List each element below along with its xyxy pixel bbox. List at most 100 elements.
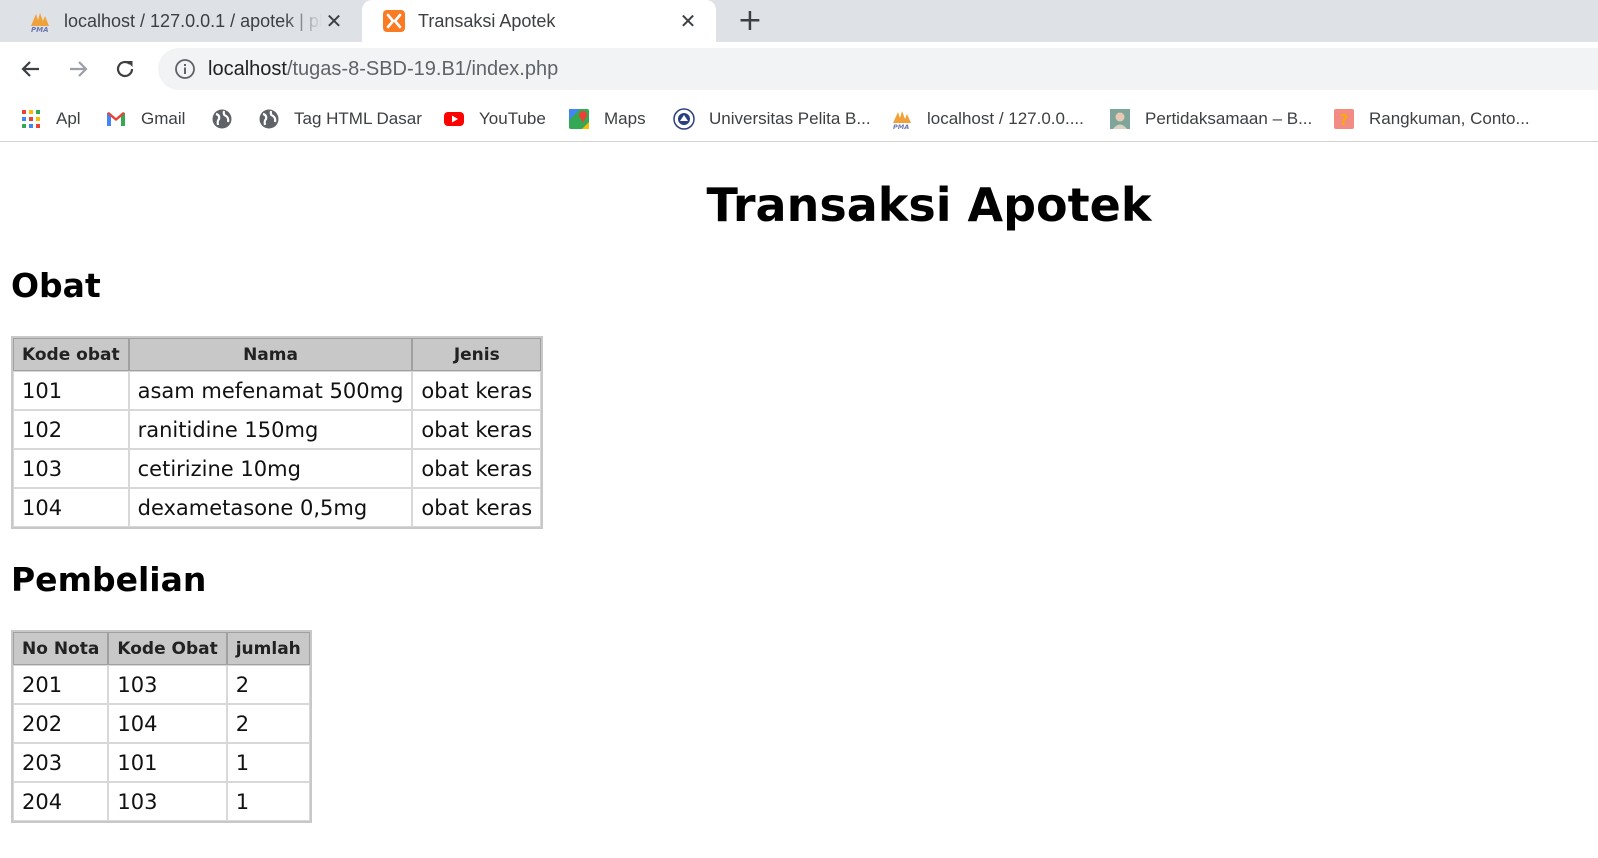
tab-phpmyadmin[interactable]: PMA localhost / 127.0.0.1 / apotek | php…	[0, 0, 362, 42]
url-path: /tugas-8-SBD-19.B1/index.php	[286, 57, 559, 80]
reload-button[interactable]	[109, 53, 141, 85]
table-cell: obat keras	[412, 371, 542, 410]
column-header: Jenis	[412, 338, 542, 371]
arrow-left-icon	[21, 61, 39, 77]
bookmark-rangkuman[interactable]: ? Rangkuman, Conto...	[1333, 104, 1530, 134]
table-cell: 1	[226, 743, 310, 782]
obat-table: Kode obat Nama Jenis 101 asam mefenamat …	[11, 336, 544, 529]
svg-text:PMA: PMA	[31, 26, 49, 33]
table-row: 204 103 1	[13, 782, 310, 821]
question-icon: ?	[1334, 109, 1354, 129]
forward-button[interactable]	[62, 53, 94, 85]
bookmark-youtube[interactable]: YouTube	[443, 104, 546, 134]
table-cell: 201	[13, 665, 109, 704]
bookmark-label: Tag HTML Dasar	[294, 109, 422, 128]
bookmark-localhost[interactable]: PMA localhost / 127.0.0....	[891, 104, 1084, 134]
new-tab-button[interactable]: +	[734, 2, 766, 38]
table-cell: dexametasone 0,5mg	[128, 488, 413, 527]
globe-icon	[212, 109, 232, 129]
table-header-row: No Nota Kode Obat jumlah	[13, 632, 310, 665]
table-cell: 103	[13, 449, 129, 488]
table-header-row: Kode obat Nama Jenis	[13, 338, 542, 371]
close-tab-icon[interactable]: ✕	[322, 9, 346, 33]
info-icon[interactable]	[174, 58, 196, 80]
table-row: 202 104 2	[13, 704, 310, 743]
section-title-pembelian: Pembelian	[11, 560, 207, 599]
bookmark-label: Gmail	[141, 109, 186, 128]
svg-text:?: ?	[1340, 111, 1349, 129]
pembelian-table: No Nota Kode Obat jumlah 201 103 2 202 1…	[11, 630, 312, 823]
table-cell: obat keras	[412, 488, 542, 527]
table-cell: 104	[108, 704, 227, 743]
table-cell: 2	[226, 665, 310, 704]
maps-icon	[569, 109, 589, 129]
bookmark-label: Apl	[56, 109, 81, 128]
bookmark-pertidaksamaan[interactable]: Pertidaksamaan – B...	[1109, 104, 1312, 134]
url-host: localhost	[208, 57, 287, 80]
table-row: 102 ranitidine 150mg obat keras	[13, 410, 542, 449]
table-cell: 103	[108, 665, 227, 704]
apps-grid-icon	[22, 110, 40, 128]
tab-title: localhost / 127.0.0.1 / apotek | php	[64, 10, 322, 31]
column-header: jumlah	[226, 632, 310, 665]
bookmark-gmail[interactable]: Gmail	[105, 104, 185, 134]
bookmark-label: localhost / 127.0.0....	[927, 109, 1084, 128]
bookmark-apps[interactable]: Apl	[20, 104, 81, 134]
table-cell: asam mefenamat 500mg	[128, 371, 413, 410]
table-cell: 104	[13, 488, 129, 527]
table-row: 201 103 2	[13, 665, 310, 704]
page-content: Transaksi Apotek Obat Kode obat Nama Jen…	[0, 143, 1598, 858]
tab-strip: PMA localhost / 127.0.0.1 / apotek | php…	[0, 0, 1598, 42]
bookmark-label: Universitas Pelita B...	[709, 109, 871, 128]
address-bar[interactable]: localhost/tugas-8-SBD-19.B1/index.php	[158, 48, 1598, 90]
svg-text:PMA: PMA	[893, 123, 909, 130]
university-seal-icon	[673, 108, 695, 130]
page-title: Transaksi Apotek	[706, 178, 1152, 232]
url-text[interactable]: localhost/tugas-8-SBD-19.B1/index.php	[208, 58, 558, 81]
column-header: Nama	[128, 338, 413, 371]
browser-toolbar: localhost/tugas-8-SBD-19.B1/index.php	[0, 42, 1598, 96]
table-row: 101 asam mefenamat 500mg obat keras	[13, 371, 542, 410]
table-cell: obat keras	[412, 449, 542, 488]
reload-icon	[116, 60, 134, 78]
column-header: Kode Obat	[108, 632, 227, 665]
phpmyadmin-icon: PMA	[28, 9, 52, 34]
table-cell: 101	[108, 743, 227, 782]
tab-transaksi-apotek[interactable]: Transaksi Apotek ✕	[362, 0, 716, 42]
tab-title: Transaksi Apotek	[418, 10, 556, 31]
arrow-right-icon	[70, 61, 88, 77]
table-cell: 203	[13, 743, 109, 782]
youtube-icon	[444, 112, 464, 126]
table-cell: 103	[108, 782, 227, 821]
column-header: Kode obat	[13, 338, 129, 371]
table-cell: 202	[13, 704, 109, 743]
table-cell: 101	[13, 371, 129, 410]
table-cell: 2	[226, 704, 310, 743]
bookmark-label: Maps	[604, 109, 646, 128]
globe-icon	[259, 109, 279, 129]
bookmark-maps[interactable]: Maps	[568, 104, 646, 134]
column-header: No Nota	[13, 632, 109, 665]
portrait-icon	[1110, 109, 1130, 129]
table-row: 203 101 1	[13, 743, 310, 782]
phpmyadmin-icon: PMA	[893, 111, 911, 130]
bookmark-universitas-pelita[interactable]: Universitas Pelita B...	[673, 104, 871, 134]
gmail-icon	[107, 112, 125, 126]
bookmarks-bar: Apl Gmail Tag HTML Dasar YouTube Maps Un…	[0, 96, 1598, 142]
table-cell: 102	[13, 410, 129, 449]
bookmark-label: Pertidaksamaan – B...	[1145, 109, 1313, 128]
table-row: 104 dexametasone 0,5mg obat keras	[13, 488, 542, 527]
bookmark-globe[interactable]	[211, 104, 233, 134]
xampp-icon	[382, 9, 406, 33]
close-tab-icon[interactable]: ✕	[676, 9, 700, 33]
table-cell: ranitidine 150mg	[128, 410, 413, 449]
section-title-obat: Obat	[11, 266, 101, 305]
bookmark-tag-html-dasar[interactable]: Tag HTML Dasar	[258, 104, 422, 134]
back-button[interactable]	[15, 53, 47, 85]
table-cell: 204	[13, 782, 109, 821]
bookmark-label: YouTube	[479, 109, 546, 128]
table-cell: obat keras	[412, 410, 542, 449]
table-cell: 1	[226, 782, 310, 821]
plus-icon: +	[737, 2, 763, 38]
table-row: 103 cetirizine 10mg obat keras	[13, 449, 542, 488]
